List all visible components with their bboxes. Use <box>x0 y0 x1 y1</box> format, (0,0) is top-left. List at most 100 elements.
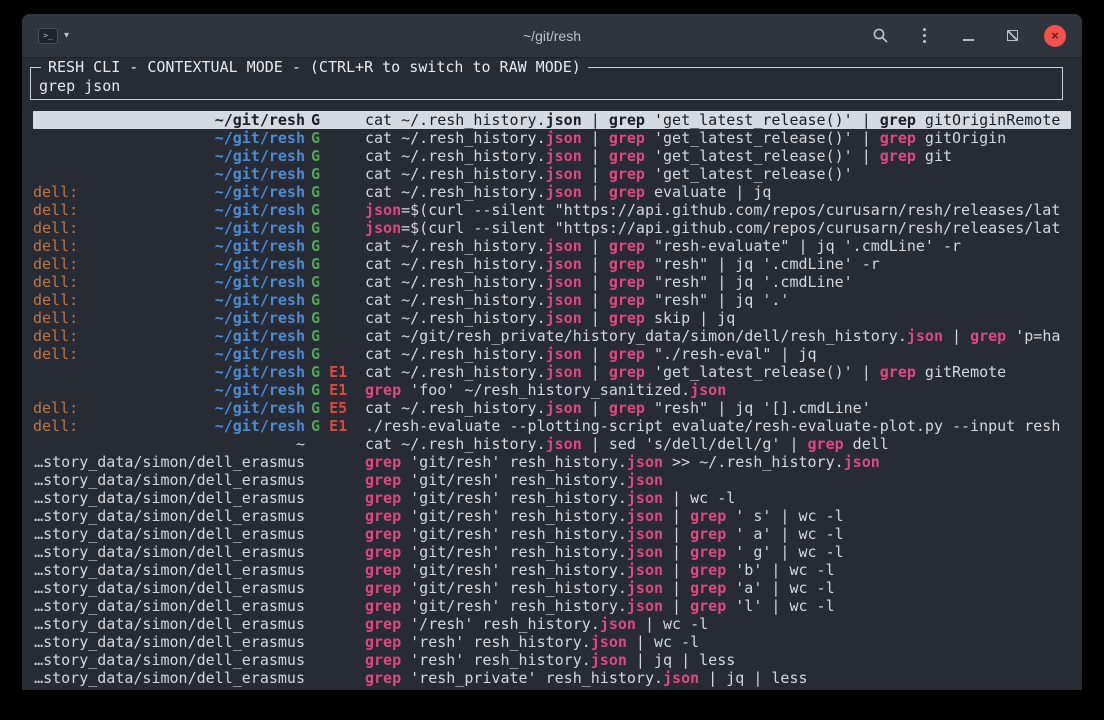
titlebar[interactable]: >_ ▾ ~/git/resh × <box>22 14 1082 58</box>
history-row[interactable]: dell:~/git/reshG cat ~/.resh_history.jso… <box>33 183 1071 201</box>
history-row[interactable]: …story_data/simon/dell_erasmusgrep 'git/… <box>33 489 1071 507</box>
history-row[interactable]: dell:~/git/reshG json=$(curl --silent "h… <box>33 201 1071 219</box>
git-flag: G <box>311 345 320 363</box>
row-directory: …story_data/simon/dell_erasmus <box>34 651 305 669</box>
row-flags: G E5 <box>305 399 365 417</box>
row-flags: G E1 <box>305 381 365 399</box>
row-flags: G <box>305 237 365 255</box>
restore-button[interactable] <box>1000 24 1024 48</box>
row-command: cat ~/.resh_history.json | grep evaluate… <box>365 183 1071 201</box>
history-row[interactable]: …story_data/simon/dell_erasmusgrep 'git/… <box>33 579 1071 597</box>
history-row[interactable]: …story_data/simon/dell_erasmusgrep 'git/… <box>33 453 1071 471</box>
history-row[interactable]: dell:~/git/reshG cat ~/.resh_history.jso… <box>33 255 1071 273</box>
history-row[interactable]: …story_data/simon/dell_erasmusgrep 'git/… <box>33 507 1071 525</box>
row-directory: ~/git/resh <box>215 273 305 291</box>
history-row[interactable]: dell:~/git/reshG E5 cat ~/.resh_history.… <box>33 399 1071 417</box>
history-row[interactable]: dell:~/git/reshG cat ~/.resh_history.jso… <box>33 273 1071 291</box>
row-command: cat ~/.resh_history.json | grep 'get_lat… <box>365 129 1071 147</box>
row-directory: ~/git/resh <box>215 201 305 219</box>
history-row[interactable]: dell:~/git/reshG cat ~/.resh_history.jso… <box>33 291 1071 309</box>
row-directory: ~/git/resh <box>215 129 305 147</box>
search-icon <box>872 27 889 44</box>
history-row[interactable]: …story_data/simon/dell_erasmusgrep 'git/… <box>33 543 1071 561</box>
row-directory: ~/git/resh <box>215 381 305 399</box>
row-directory: ~/git/resh <box>215 219 305 237</box>
row-flags: G <box>305 219 365 237</box>
row-directory: …story_data/simon/dell_erasmus <box>34 471 305 489</box>
row-flags: G <box>305 291 365 309</box>
row-flags <box>305 525 365 543</box>
history-row[interactable]: dell:~/git/reshG json=$(curl --silent "h… <box>33 219 1071 237</box>
history-row[interactable]: dell:~/git/reshG cat ~/git/resh_private/… <box>33 327 1071 345</box>
row-flags <box>305 543 365 561</box>
row-flags: G <box>305 111 365 129</box>
row-directory: ~/git/resh <box>215 165 305 183</box>
row-flags <box>305 489 365 507</box>
close-button[interactable]: × <box>1044 25 1066 47</box>
row-command: grep 'resh_private' resh_history.json | … <box>365 669 1071 687</box>
row-directory: …story_data/simon/dell_erasmus <box>34 543 305 561</box>
minimize-button[interactable] <box>956 24 980 48</box>
git-flag: G <box>311 147 320 165</box>
row-flags <box>305 435 365 453</box>
row-command: grep '/resh' resh_history.json | wc -l <box>365 615 1071 633</box>
history-row[interactable]: …story_data/simon/dell_erasmusgrep 'git/… <box>33 597 1071 615</box>
row-directory: …story_data/simon/dell_erasmus <box>34 561 305 579</box>
history-row[interactable]: dell: ~/git/resh G cat ~/.resh_history.jso… <box>33 237 1071 255</box>
history-row[interactable]: …story_data/simon/dell_erasmusgrep 'git/… <box>33 525 1071 543</box>
history-row[interactable]: …story_data/simon/dell_erasmus grep 'resh… <box>33 651 1071 669</box>
history-row[interactable]: ~/git/reshG cat ~/.resh_history.json | g… <box>33 165 1071 183</box>
row-command: cat ~/.resh_history.json | grep "resh-ev… <box>365 237 1071 255</box>
git-flag: G <box>311 309 320 327</box>
resh-search-box[interactable]: RESH CLI - CONTEXTUAL MODE - (CTRL+R to … <box>30 67 1063 100</box>
row-flags <box>305 579 365 597</box>
history-row[interactable]: ~/git/resh G cat ~/.resh_history.json | g… <box>33 129 1071 147</box>
row-host: dell: <box>33 183 78 201</box>
history-row[interactable]: ~/git/reshG E1 grep 'foo' ~/resh_history… <box>33 381 1071 399</box>
history-row[interactable]: ~/git/reshG cat ~/.resh_history.json | g… <box>33 111 1071 129</box>
history-row[interactable]: …story_data/simon/dell_erasmusgrep 'git/… <box>33 561 1071 579</box>
row-directory: …story_data/simon/dell_erasmus <box>34 615 305 633</box>
row-host: dell: <box>33 291 78 309</box>
row-flags: G <box>305 273 365 291</box>
row-flags: G <box>305 255 365 273</box>
row-directory: ~/git/resh <box>215 237 305 255</box>
row-command: cat ~/git/resh_private/history_data/simo… <box>365 327 1071 345</box>
row-directory: ~/git/resh <box>215 327 305 345</box>
history-row[interactable]: ~/git/reshG E1 cat ~/.resh_history.json … <box>33 363 1071 381</box>
history-row[interactable]: …story_data/simon/dell_erasmusgrep 'git/… <box>33 471 1071 489</box>
restore-icon <box>1007 30 1018 41</box>
history-row[interactable]: …story_data/simon/dell_erasmusgrep 'resh… <box>33 633 1071 651</box>
search-button[interactable] <box>868 24 892 48</box>
history-list: ~/git/reshG cat ~/.resh_history.json | g… <box>22 111 1082 687</box>
git-flag: G <box>311 273 320 291</box>
row-directory: …story_data/simon/dell_erasmus <box>34 453 305 471</box>
row-flags <box>305 471 365 489</box>
history-row[interactable]: …story_data/simon/dell_erasmus grep '/res… <box>33 615 1071 633</box>
row-flags: G <box>305 183 365 201</box>
row-command: grep 'resh' resh_history.json | jq | les… <box>365 651 1071 669</box>
app-menu-button[interactable]: >_ ▾ <box>38 24 69 48</box>
history-row[interactable]: dell:~/git/reshG E1 ./resh-evaluate --pl… <box>33 417 1071 435</box>
history-row[interactable]: ~/git/reshG cat ~/.resh_history.json | g… <box>33 147 1071 165</box>
git-flag: G <box>311 237 320 255</box>
row-host: dell: <box>33 237 78 255</box>
row-command: cat ~/.resh_history.json | grep "resh" |… <box>365 399 1071 417</box>
history-row[interactable]: dell:~/git/reshG cat ~/.resh_history.jso… <box>33 345 1071 363</box>
history-row[interactable]: ~cat ~/.resh_history.json | sed 's/dell/… <box>33 435 1071 453</box>
git-flag: G <box>311 129 320 147</box>
terminal-screen: RESH CLI - CONTEXTUAL MODE - (CTRL+R to … <box>22 58 1082 690</box>
row-command: cat ~/.resh_history.json | grep 'get_lat… <box>365 165 1071 183</box>
row-flags: G E1 <box>305 417 365 435</box>
row-flags: G <box>305 147 365 165</box>
menu-button[interactable] <box>912 24 936 48</box>
row-directory: …story_data/simon/dell_erasmus <box>34 525 305 543</box>
search-query-input[interactable]: grep json <box>39 77 1054 95</box>
git-flag: G <box>311 399 320 417</box>
chevron-down-icon: ▾ <box>64 30 69 41</box>
terminal-window: >_ ▾ ~/git/resh × <box>22 14 1082 690</box>
history-row[interactable]: dell:~/git/reshG cat ~/.resh_history.jso… <box>33 309 1071 327</box>
history-row[interactable]: …story_data/simon/dell_erasmusgrep 'resh… <box>33 669 1071 687</box>
row-flags: G <box>305 327 365 345</box>
row-command: cat ~/.resh_history.json | grep 'get_lat… <box>365 363 1071 381</box>
